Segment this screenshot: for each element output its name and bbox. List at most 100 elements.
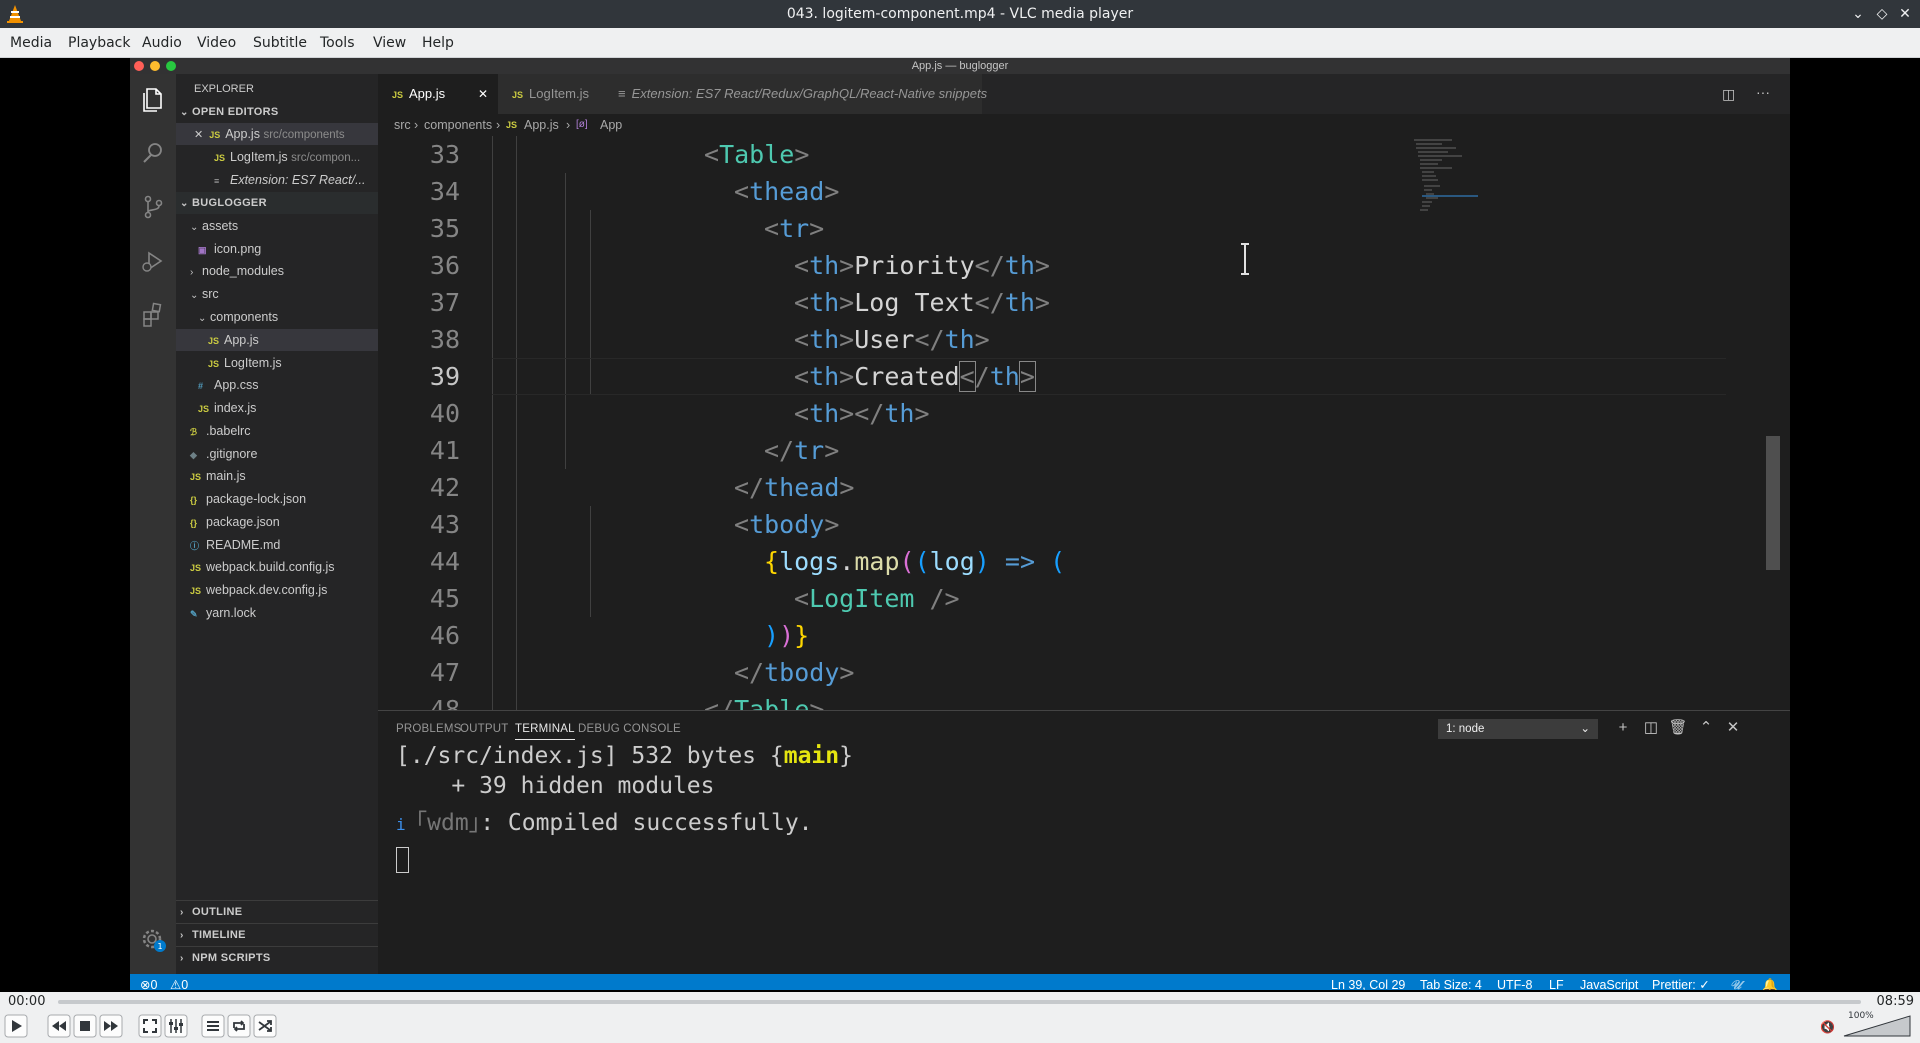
settings-gear-icon[interactable]: 1 (138, 924, 168, 954)
open-editor-item[interactable]: ✕ JS App.js src/components (176, 123, 378, 145)
npm-scripts-header[interactable]: › NPM SCRIPTS (176, 946, 378, 968)
eol-status[interactable]: LF (1549, 974, 1564, 990)
mac-zoom-icon (166, 61, 176, 71)
seek-slider[interactable] (58, 1000, 1861, 1004)
playlist-button[interactable] (201, 1014, 225, 1038)
extensions-icon[interactable] (138, 300, 168, 330)
files-icon[interactable] (138, 84, 168, 114)
close-icon[interactable]: ✕ (194, 129, 203, 141)
editor-scrollbar[interactable] (1766, 436, 1780, 570)
tree-file[interactable]: JS webpack.dev.config.js (176, 579, 378, 601)
breadcrumb-item[interactable]: App (600, 114, 622, 136)
split-terminal-icon[interactable]: ◫ (1640, 717, 1662, 739)
warnings-status[interactable]: ⚠ 0 (170, 974, 188, 990)
close-panel-icon[interactable]: ✕ (1722, 717, 1744, 739)
search-icon[interactable] (138, 138, 168, 168)
shuffle-button[interactable] (253, 1014, 277, 1038)
maximize-icon[interactable]: ◇ (1872, 4, 1892, 24)
timeline-header[interactable]: › TIMELINE (176, 923, 378, 945)
vlc-titlebar: 043. logitem-component.mp4 - VLC media p… (0, 0, 1920, 28)
tree-folder[interactable]: ⌄ src (176, 283, 378, 305)
tree-file[interactable]: ✎ yarn.lock (176, 602, 378, 624)
tree-file[interactable]: ⓘ README.md (176, 534, 378, 556)
terminal-select[interactable]: 1: node ⌄ (1438, 719, 1598, 739)
tree-file[interactable]: JS main.js (176, 465, 378, 487)
cursor-position-status[interactable]: Ln 39, Col 29 (1331, 974, 1405, 990)
extended-settings-button[interactable] (164, 1014, 188, 1038)
panel-tab-problems[interactable]: PROBLEMS (396, 723, 462, 735)
language-status[interactable]: JavaScript (1580, 974, 1638, 990)
project-header[interactable]: ⌄ BUGLOGGER (176, 192, 378, 214)
errors-status[interactable]: ⊗ 0 (140, 974, 157, 990)
tree-file[interactable]: JS webpack.build.config.js (176, 556, 378, 578)
explorer-label: EXPLORER (194, 83, 254, 95)
tree-folder[interactable]: ⌄ assets (176, 215, 378, 237)
prettier-status[interactable]: Prettier: ✓ (1652, 974, 1710, 990)
breadcrumb-item[interactable]: App.js (524, 114, 559, 136)
tree-folder[interactable]: ⌄ components (176, 306, 378, 328)
next-button[interactable] (99, 1014, 123, 1038)
menu-tools[interactable]: Tools (320, 28, 355, 58)
playlist-icon (201, 1014, 225, 1038)
close-icon[interactable]: ✕ (1895, 4, 1915, 24)
tree-folder[interactable]: › node_modules (176, 260, 378, 282)
more-actions-icon[interactable]: ··· (1756, 84, 1770, 100)
tree-file-selected[interactable]: JS App.js (176, 329, 378, 351)
chevron-down-icon: ⌄ (190, 290, 199, 301)
previous-button[interactable] (47, 1014, 71, 1038)
open-editors-header[interactable]: ⌄ OPEN EDITORS (176, 101, 378, 123)
menu-video[interactable]: Video (197, 28, 236, 58)
maximize-panel-icon[interactable]: ⌃ (1695, 717, 1717, 739)
source-control-icon[interactable] (138, 192, 168, 222)
menu-view[interactable]: View (373, 28, 406, 58)
menu-help[interactable]: Help (422, 28, 454, 58)
open-editor-item[interactable]: ≡ Extension: ES7 React/... (176, 169, 378, 191)
minimize-icon[interactable]: ⌄ (1848, 4, 1868, 24)
tab-extension[interactable]: ≡ Extension: ES7 React/Redux/GraphQL/Reac… (604, 74, 987, 114)
loop-button[interactable] (227, 1014, 251, 1038)
tree-file[interactable]: {} package-lock.json (176, 488, 378, 510)
close-icon[interactable]: ✕ (478, 74, 488, 114)
play-button[interactable] (4, 1014, 28, 1038)
run-debug-icon[interactable] (138, 246, 168, 276)
menu-playback[interactable]: Playback (68, 28, 130, 58)
breadcrumb-item[interactable]: components (424, 114, 492, 136)
menu-subtitle[interactable]: Subtitle (253, 28, 307, 58)
tree-file[interactable]: JS index.js (176, 397, 378, 419)
trash-icon[interactable]: 🗑 (1667, 717, 1689, 739)
panel-tab-terminal[interactable]: TERMINAL (515, 723, 575, 740)
play-icon (4, 1014, 28, 1038)
menu-media[interactable]: Media (10, 28, 52, 58)
minimap[interactable] (1412, 136, 1478, 226)
code-line: <tbody> (734, 510, 840, 539)
js-file-icon: JS (214, 153, 226, 163)
code-line: <LogItem /> (794, 584, 960, 613)
tab-app-js[interactable]: JS App.js ✕ (378, 74, 498, 114)
tab-size-status[interactable]: Tab Size: 4 (1420, 974, 1482, 990)
outline-header[interactable]: › OUTLINE (176, 900, 378, 922)
notifications-bell-icon[interactable]: 🔔 (1762, 974, 1778, 990)
menu-audio[interactable]: Audio (142, 28, 182, 58)
open-editor-item[interactable]: JS LogItem.js src/compon... (176, 146, 378, 168)
stop-button[interactable] (73, 1014, 97, 1038)
code-line: <tr> (764, 214, 825, 243)
new-terminal-icon[interactable]: + (1612, 717, 1634, 739)
breadcrumb-item[interactable]: src (394, 114, 411, 136)
split-editor-icon[interactable]: ◫ (1722, 86, 1735, 103)
code-editor[interactable]: 33 34 35 36 37 38 39 40 41 42 43 44 45 4… (378, 136, 1790, 710)
tree-file[interactable]: {} package.json (176, 511, 378, 533)
tree-file[interactable]: ▣ icon.png (176, 238, 378, 260)
fullscreen-button[interactable] (138, 1014, 162, 1038)
tab-logitem-js[interactable]: JS LogItem.js (498, 74, 604, 114)
tree-file[interactable]: ◆ .gitignore (176, 443, 378, 465)
tree-file[interactable]: JS LogItem.js (176, 352, 378, 374)
mute-icon[interactable]: 🔇 (1820, 1020, 1835, 1034)
tree-file[interactable]: ℬ .babelrc (176, 420, 378, 442)
panel-tab-output[interactable]: OUTPUT (460, 723, 508, 735)
chevron-down-icon: ⌄ (180, 198, 189, 209)
video-area[interactable]: App.js — buglogger 1 EXPLORER ⌄ OPEN EDIT… (0, 58, 1920, 992)
panel-tab-debug-console[interactable]: DEBUG CONSOLE (578, 723, 681, 735)
encoding-status[interactable]: UTF-8 (1497, 974, 1532, 990)
loop-icon (227, 1014, 251, 1038)
tree-file[interactable]: # App.css (176, 374, 378, 396)
